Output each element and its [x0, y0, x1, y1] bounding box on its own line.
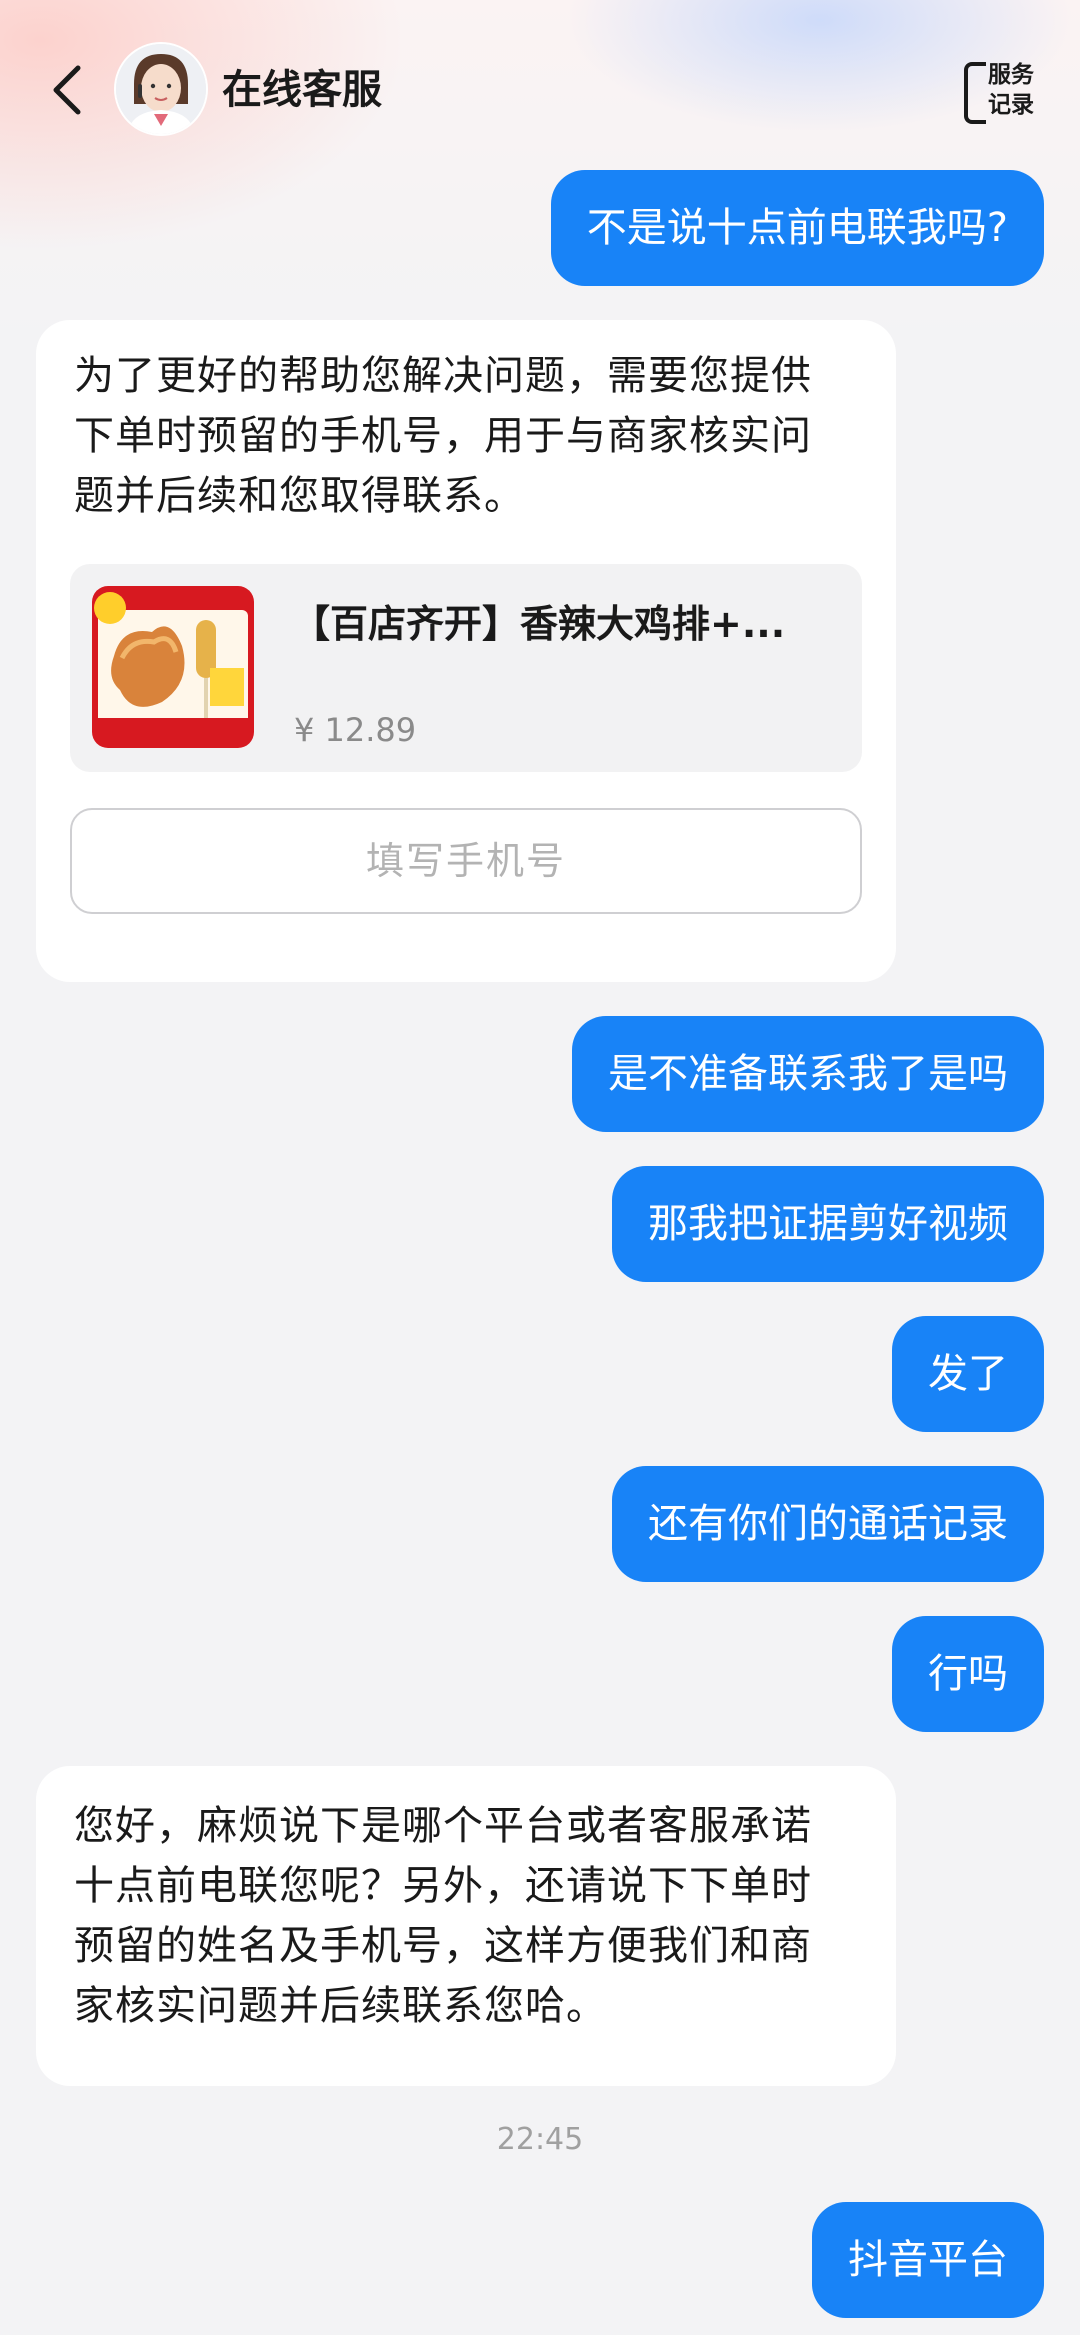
back-arrow-icon[interactable]: [48, 62, 88, 118]
incoming-message-text: 为了更好的帮助您解决问题，需要您提供 下单时预留的手机号，用于与商家核实问 题并…: [36, 346, 896, 526]
text-line: 下单时预留的手机号，用于与商家核实问: [74, 413, 812, 459]
chat-header: 在线客服 服务 记录: [0, 40, 1080, 140]
outgoing-message: 抖音平台: [812, 2202, 1044, 2318]
agent-avatar: [116, 44, 206, 134]
outgoing-message: 还有你们的通话记录: [612, 1466, 1044, 1582]
incoming-message: 您好，麻烦说下是哪个平台或者客服承诺 十点前电联您呢？另外，还请说下下单时 预留…: [36, 1766, 896, 2086]
incoming-message: 为了更好的帮助您解决问题，需要您提供 下单时预留的手机号，用于与商家核实问 题并…: [36, 320, 896, 982]
text-line: 您好，麻烦说下是哪个平台或者客服承诺: [74, 1803, 812, 1849]
text-line: 为了更好的帮助您解决问题，需要您提供: [74, 353, 812, 399]
service-record-label-line1: 服务: [988, 62, 1034, 88]
product-image: [92, 586, 254, 748]
text-line: 家核实问题并后续联系您哈。: [74, 1983, 607, 2029]
chat-title: 在线客服: [222, 67, 382, 113]
outgoing-message: 发了: [892, 1316, 1044, 1432]
text-line: 预留的姓名及手机号，这样方便我们和商: [74, 1923, 812, 1969]
product-name: 【百店齐开】香辣大鸡排+...: [292, 602, 786, 646]
service-record-label-line2: 记录: [988, 92, 1034, 118]
service-record-icon: [964, 62, 986, 124]
outgoing-message: 是不准备联系我了是吗: [572, 1016, 1044, 1132]
outgoing-message: 那我把证据剪好视频: [612, 1166, 1044, 1282]
message-timestamp: 22:45: [496, 2122, 584, 2157]
product-price: ¥ 12.89: [294, 711, 417, 749]
outgoing-message: 行吗: [892, 1616, 1044, 1732]
product-card[interactable]: 【百店齐开】香辣大鸡排+... ¥ 12.89: [70, 564, 862, 772]
incoming-message-text: 您好，麻烦说下是哪个平台或者客服承诺 十点前电联您呢？另外，还请说下下单时 预留…: [36, 1796, 896, 2036]
text-line: 十点前电联您呢？另外，还请说下下单时: [74, 1863, 812, 1909]
service-record-button[interactable]: 服务 记录: [962, 58, 1036, 124]
outgoing-message: 不是说十点前电联我吗?: [550, 170, 1044, 286]
fill-phone-button[interactable]: 填写手机号: [70, 808, 862, 914]
text-line: 题并后续和您取得联系。: [74, 473, 525, 519]
